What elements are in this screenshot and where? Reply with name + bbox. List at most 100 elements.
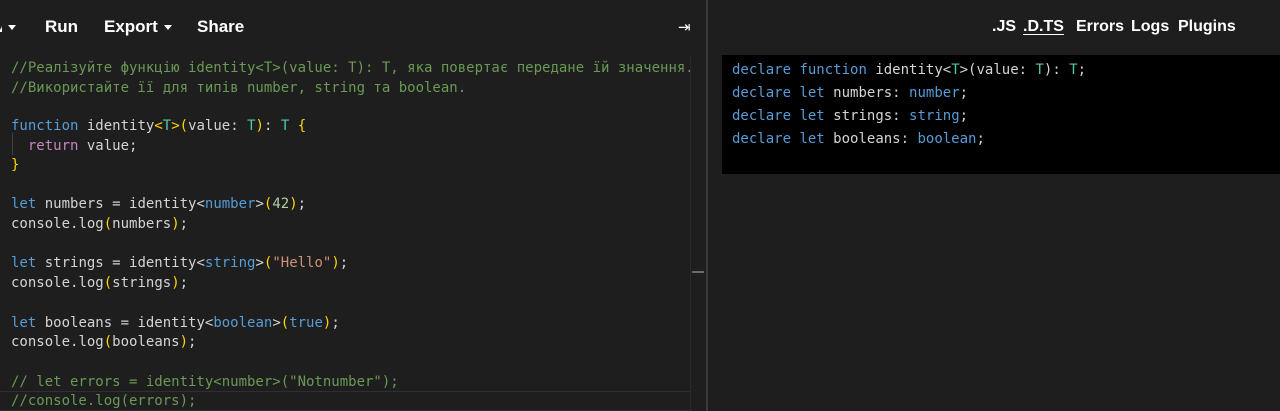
keyword-token: return: [27, 138, 79, 154]
type-token: T: [951, 62, 960, 78]
type-token: T: [1035, 62, 1044, 78]
string-token: "Hello": [272, 255, 332, 271]
code-line-6[interactable]: }: [11, 155, 19, 175]
export-dropdown[interactable]: Export: [104, 16, 172, 38]
code-editor[interactable]: //Реалізуйте функцію identity<T>(value: …: [0, 55, 690, 411]
type-token: T: [162, 118, 172, 134]
punctuation-token: >: [255, 255, 264, 271]
code-line-2[interactable]: //Використайте її для типів number, stri…: [11, 78, 466, 98]
editor-toolbar: v Run Export Share ⇥: [0, 0, 706, 55]
bracket-token: <: [154, 118, 163, 134]
bracket-token: ): [289, 196, 298, 212]
bracket-token: ): [255, 118, 264, 134]
version-dropdown[interactable]: v: [0, 16, 18, 38]
code-line-11[interactable]: let strings = identity<string>("Hello");: [11, 253, 348, 273]
code-text: console.: [11, 275, 79, 291]
punctuation-token: ;: [1077, 62, 1087, 78]
identifier-token: strings: [112, 275, 172, 291]
punctuation-token: ;: [959, 108, 969, 124]
function-token: log: [78, 334, 104, 350]
punctuation-token: ;: [179, 275, 189, 291]
keyword-token: let: [11, 196, 37, 212]
code-line-18[interactable]: //console.log(errors);: [11, 391, 196, 411]
bracket-token: ): [171, 216, 180, 232]
run-button[interactable]: Run: [45, 16, 78, 38]
punctuation-token: :: [263, 118, 281, 134]
type-token: boolean: [917, 131, 977, 147]
code-line-8[interactable]: let numbers = identity<number>(42);: [11, 194, 306, 214]
punctuation-token: ;: [339, 255, 349, 271]
code-text: numbers:: [824, 85, 910, 101]
dts-line-3[interactable]: declare let strings: string;: [732, 105, 968, 127]
tab-js[interactable]: .JS: [992, 16, 1016, 38]
share-button[interactable]: Share: [197, 16, 244, 38]
keyword-token: let: [11, 315, 37, 331]
code-text: identity<: [866, 62, 952, 78]
bracket-token: >: [171, 118, 180, 134]
output-pane: .JS .D.TS Errors Logs Plugins declare fu…: [708, 0, 1280, 411]
export-label: Export: [104, 17, 158, 36]
tab-logs[interactable]: Logs: [1131, 16, 1169, 38]
tab-dts[interactable]: .D.TS: [1023, 16, 1064, 38]
keyword-token: let: [799, 108, 825, 124]
code-line-1[interactable]: //Реалізуйте функцію identity<T>(value: …: [11, 58, 690, 78]
code-text: ):: [1043, 62, 1070, 78]
type-token: boolean: [213, 315, 273, 331]
punctuation-token: >: [255, 196, 264, 212]
bracket-token: ): [179, 334, 189, 350]
code-text: >(value:: [959, 62, 1036, 78]
type-token: number: [204, 196, 256, 212]
dts-line-2[interactable]: declare let numbers: number;: [732, 82, 968, 104]
keyword-token: declare: [732, 131, 792, 147]
keyword-token: function: [799, 62, 867, 78]
code-line-15[interactable]: console.log(booleans);: [11, 332, 196, 352]
collapse-panel-icon[interactable]: ⇥: [678, 16, 691, 38]
keyword-token: declare: [732, 108, 792, 124]
type-token: T: [247, 118, 256, 134]
dts-line-1[interactable]: declare function identity<T>(value: T): …: [732, 59, 1086, 81]
scrollbar-ruler-marker: [692, 271, 704, 273]
number-token: 42: [272, 196, 290, 212]
tab-plugins[interactable]: Plugins: [1178, 16, 1236, 38]
tab-errors[interactable]: Errors: [1076, 16, 1124, 38]
code-text: strings = identity: [36, 255, 197, 271]
editor-scrollbar[interactable]: [690, 55, 706, 411]
bracket-token: ): [331, 255, 340, 271]
code-line-5[interactable]: return value;: [11, 136, 138, 156]
code-text: booleans = identity: [36, 315, 205, 331]
version-label: v: [0, 16, 2, 38]
type-token: string: [909, 108, 960, 124]
chevron-down-icon: [163, 25, 172, 31]
type-token: T: [1069, 62, 1078, 78]
bracket-token: }: [11, 157, 20, 173]
keyword-token: let: [799, 85, 825, 101]
bracket-token: (: [179, 118, 189, 134]
boolean-token: true: [289, 315, 323, 331]
identifier-token: value: [188, 118, 231, 134]
identifier-token: booleans: [112, 334, 180, 350]
keyword-token: let: [799, 131, 825, 147]
code-line-17[interactable]: // let errors = identity<number>("Notnum…: [11, 372, 399, 392]
dts-output-panel[interactable]: declare function identity<T>(value: T): …: [722, 55, 1280, 174]
punctuation-token: <: [196, 196, 205, 212]
code-line-12[interactable]: console.log(strings);: [11, 273, 188, 293]
type-token: string: [204, 255, 256, 271]
punctuation-token: :: [230, 118, 248, 134]
type-token: number: [909, 85, 960, 101]
bracket-token: (: [103, 275, 113, 291]
type-token: T: [280, 118, 290, 134]
function-token: log: [78, 216, 104, 232]
punctuation-token: ;: [188, 334, 197, 350]
code-line-9[interactable]: console.log(numbers);: [11, 214, 188, 234]
function-token: log: [78, 275, 104, 291]
dts-line-4[interactable]: declare let booleans: boolean;: [732, 128, 985, 150]
code-text: numbers = identity: [36, 196, 197, 212]
identifier-token: identity: [86, 118, 155, 134]
identifier-token: numbers: [112, 216, 172, 232]
code-line-14[interactable]: let booleans = identity<boolean>(true);: [11, 313, 340, 333]
code-text: strings:: [824, 108, 910, 124]
code-line-4[interactable]: function identity<T>(value: T): T {: [11, 116, 306, 136]
punctuation-token: ;: [959, 85, 969, 101]
